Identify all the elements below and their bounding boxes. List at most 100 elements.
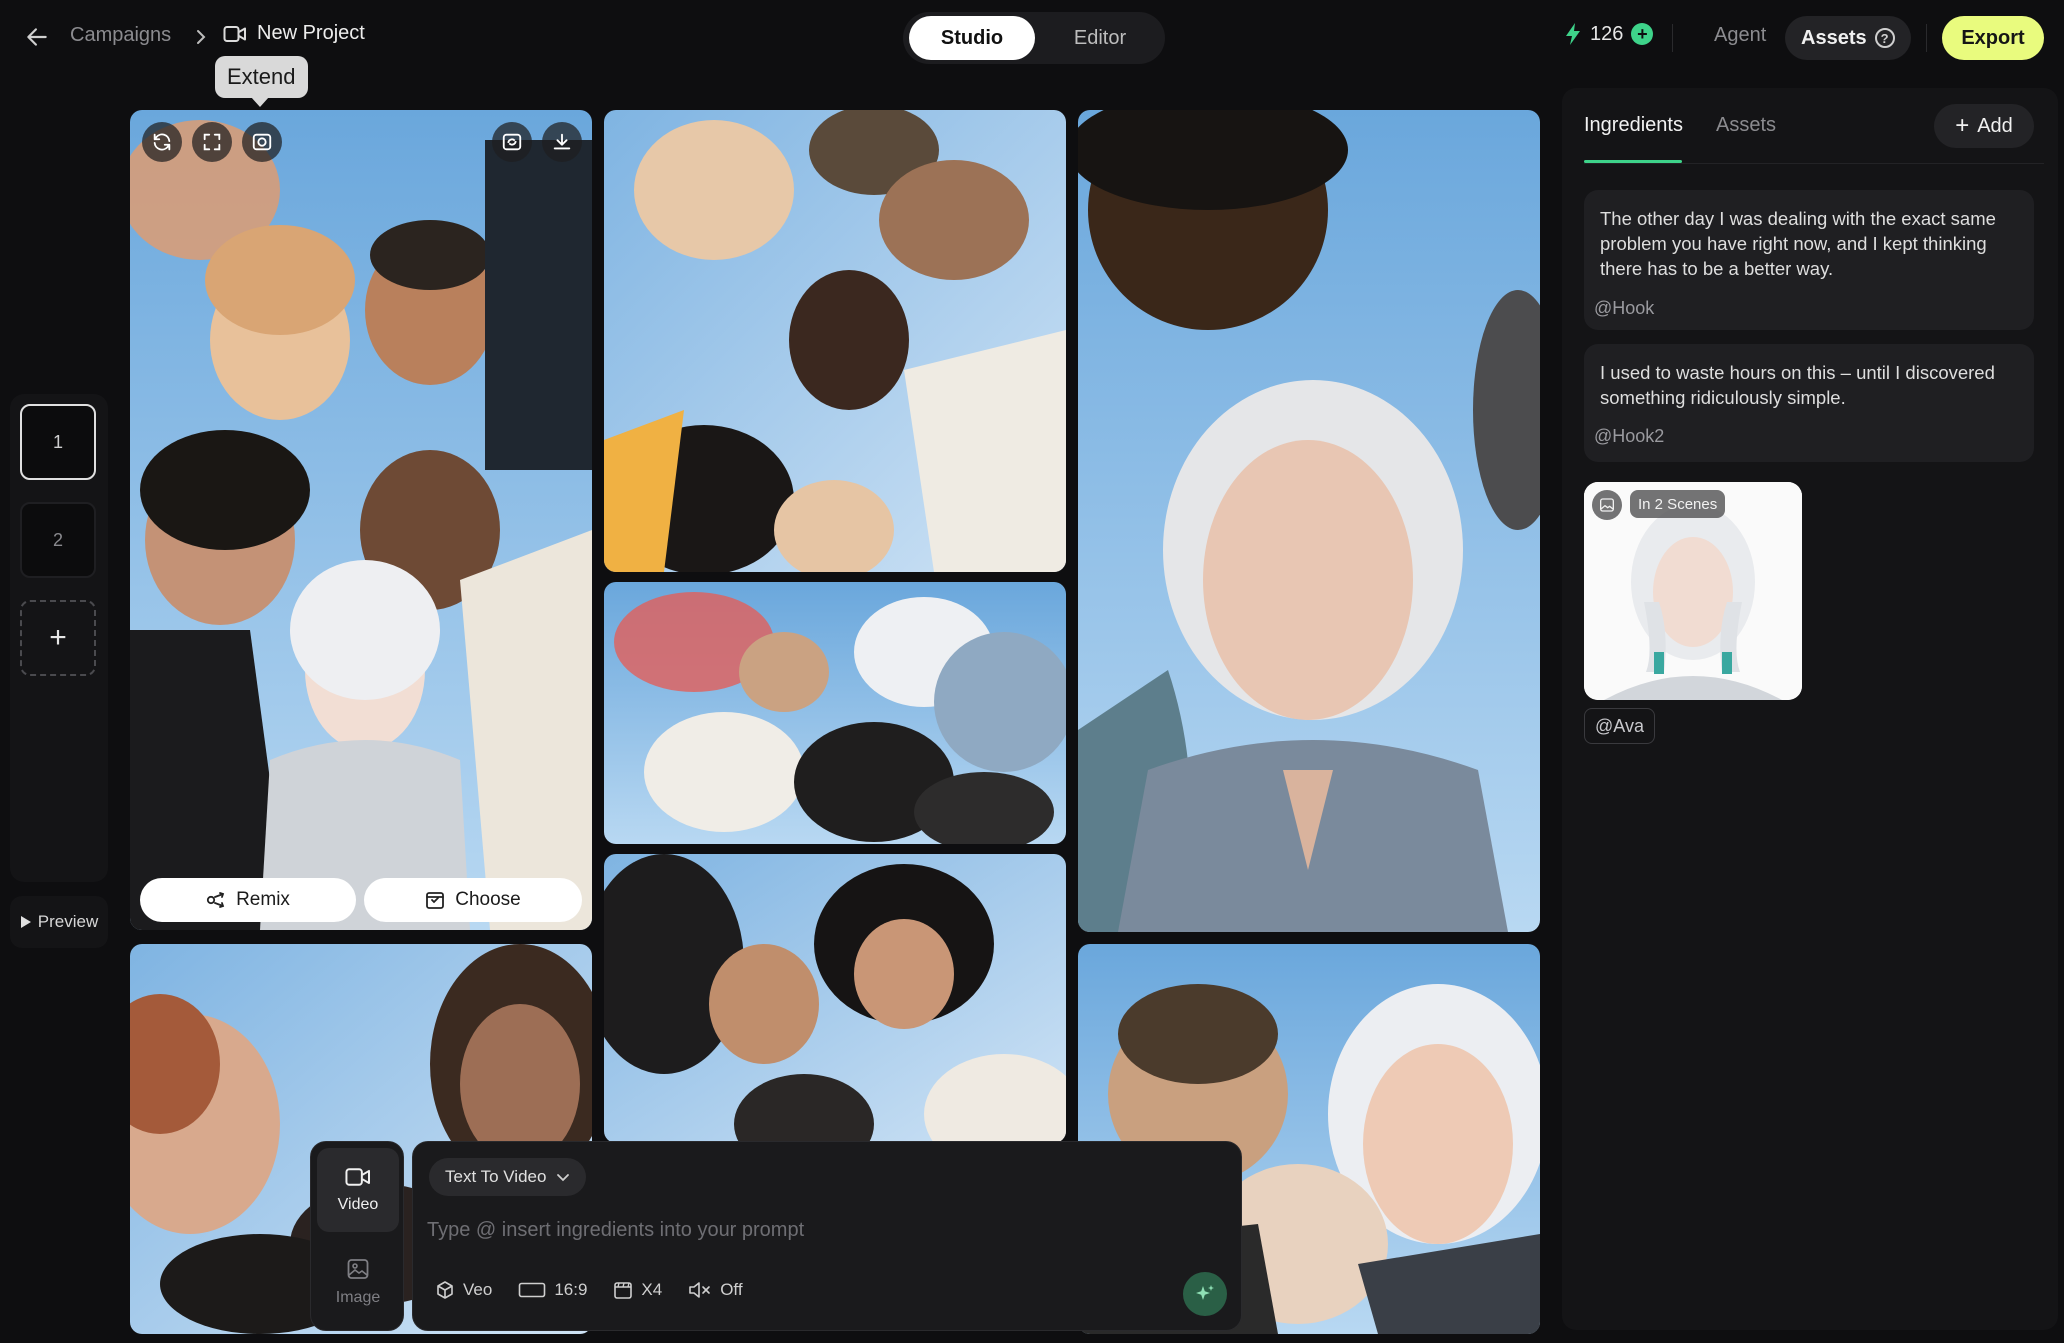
image-type-icon — [1592, 490, 1622, 520]
play-icon — [20, 916, 31, 928]
scene-thumb-2[interactable]: 2 — [20, 502, 96, 578]
generated-image-tile[interactable] — [604, 110, 1066, 572]
media-video-option[interactable]: Video — [317, 1148, 399, 1232]
project-name: New Project — [257, 22, 365, 44]
scene-usage-badge: In 2 Scenes — [1630, 490, 1726, 518]
tab-studio[interactable]: Studio — [909, 16, 1035, 60]
generation-mode-dropdown[interactable]: Text To Video — [429, 1158, 587, 1196]
remix-button[interactable]: Remix — [140, 878, 356, 922]
ingredient-tag: @Hook — [1594, 298, 1655, 318]
video-camera-icon — [345, 1168, 370, 1186]
media-video-label: Video — [337, 1196, 379, 1213]
preview-label: Preview — [37, 912, 99, 931]
aspect-ratio-label: 16:9 — [554, 1280, 588, 1299]
tile-left-actions — [142, 122, 282, 162]
regenerate-button[interactable] — [142, 122, 182, 162]
sound-toggle[interactable]: Off — [688, 1280, 743, 1300]
chevron-right-icon — [197, 30, 206, 44]
chevron-down-icon — [557, 1174, 570, 1182]
divider — [1926, 24, 1927, 52]
add-ingredient-button[interactable]: + Add — [1934, 104, 2034, 148]
add-label: Add — [1977, 114, 2013, 137]
image-icon — [1600, 498, 1614, 512]
scene-rail: 1 2 + — [10, 394, 108, 882]
ingredient-text: The other day I was dealing with the exa… — [1600, 208, 1996, 279]
generation-mode-label: Text To Video — [445, 1167, 547, 1186]
ingredient-card[interactable]: The other day I was dealing with the exa… — [1584, 190, 2034, 330]
generated-image-tile-selected[interactable]: Remix Choose — [130, 110, 592, 930]
generated-image — [604, 110, 1066, 572]
sound-label: Off — [720, 1280, 743, 1299]
mute-icon — [689, 1282, 711, 1298]
back-arrow-icon[interactable] — [24, 24, 50, 50]
refresh-icon — [153, 133, 171, 151]
breadcrumb-project[interactable]: New Project — [223, 22, 365, 45]
clapper-icon — [614, 1282, 633, 1299]
generated-image-tile[interactable] — [604, 854, 1066, 1143]
generated-image-tile[interactable] — [604, 582, 1066, 844]
add-credits-button[interactable]: + — [1631, 23, 1654, 45]
tab-editor[interactable]: Editor — [1041, 16, 1159, 60]
fullscreen-button[interactable] — [192, 122, 232, 162]
ingredient-card[interactable]: I used to waste hours on this – until I … — [1584, 344, 2034, 462]
generated-image — [130, 110, 592, 930]
remix-label: Remix — [236, 889, 290, 910]
model-selector[interactable]: Veo — [435, 1280, 492, 1300]
prompt-input[interactable] — [427, 1210, 1207, 1250]
character-asset-card[interactable]: In 2 Scenes — [1584, 482, 1802, 700]
model-label: Veo — [463, 1280, 493, 1299]
app-window: Campaigns New Project Studio Editor 126 … — [0, 0, 2064, 1343]
ingredients-panel: Ingredients Assets + Add The other day I… — [1562, 88, 2058, 1330]
plus-icon: + — [1955, 112, 1970, 139]
agent-button[interactable]: Agent — [1714, 24, 1766, 47]
download-button[interactable] — [542, 122, 582, 162]
asset-mention-tag[interactable]: @Ava — [1584, 708, 1655, 744]
divider — [1672, 24, 1673, 52]
extend-tooltip: Extend — [215, 56, 308, 107]
generated-image-tile[interactable] — [1078, 110, 1540, 932]
ingredient-text: I used to waste hours on this – until I … — [1600, 362, 1995, 408]
scene-thumb-1[interactable]: 1 — [20, 404, 96, 480]
help-icon[interactable]: ? — [1874, 28, 1895, 48]
assets-button[interactable]: Assets ? — [1785, 16, 1911, 60]
image-icon — [347, 1259, 369, 1279]
top-bar: Campaigns New Project Studio Editor 126 … — [0, 0, 2064, 76]
generation-options: Veo 16:9 X4 Off — [435, 1280, 743, 1300]
credits-counter: 126 + — [1564, 22, 1654, 46]
preview-button[interactable]: Preview — [10, 896, 108, 948]
fullscreen-icon — [203, 133, 221, 151]
generated-image — [604, 582, 1066, 844]
assets-button-label: Assets — [1801, 26, 1867, 49]
output-count-selector[interactable]: X4 — [613, 1280, 662, 1300]
prompt-composer: Text To Video Veo 16:9 — [412, 1141, 1242, 1331]
choose-icon — [426, 892, 445, 909]
add-scene-button[interactable]: + — [20, 600, 96, 676]
sparkle-icon — [1196, 1285, 1214, 1300]
media-image-label: Image — [335, 1289, 381, 1306]
output-count-label: X4 — [641, 1280, 663, 1299]
tile-right-actions — [492, 122, 582, 162]
aspect-ratio-selector[interactable]: 16:9 — [518, 1280, 587, 1300]
credits-value: 126 — [1590, 22, 1624, 45]
export-button[interactable]: Export — [1942, 16, 2044, 60]
bolt-icon — [1566, 23, 1580, 45]
aspect-ratio-icon — [519, 1282, 546, 1298]
tab-ingredients[interactable]: Ingredients — [1584, 114, 1683, 137]
download-icon — [553, 133, 571, 150]
generate-button[interactable] — [1183, 1272, 1227, 1316]
choose-label: Choose — [455, 889, 521, 910]
replace-image-button[interactable] — [492, 122, 532, 162]
replace-image-icon — [502, 133, 522, 151]
choose-button[interactable]: Choose — [364, 878, 582, 922]
extend-icon — [252, 133, 272, 151]
tab-assets[interactable]: Assets — [1716, 114, 1776, 137]
cube-icon — [437, 1281, 453, 1299]
media-image-option[interactable]: Image — [317, 1240, 399, 1324]
extend-button[interactable] — [242, 122, 282, 162]
generated-image — [1078, 110, 1540, 932]
generated-image — [604, 854, 1066, 1143]
breadcrumb-campaigns[interactable]: Campaigns — [70, 24, 171, 47]
active-tab-indicator — [1584, 160, 1682, 163]
video-camera-icon — [223, 25, 246, 42]
remix-icon — [206, 892, 225, 908]
